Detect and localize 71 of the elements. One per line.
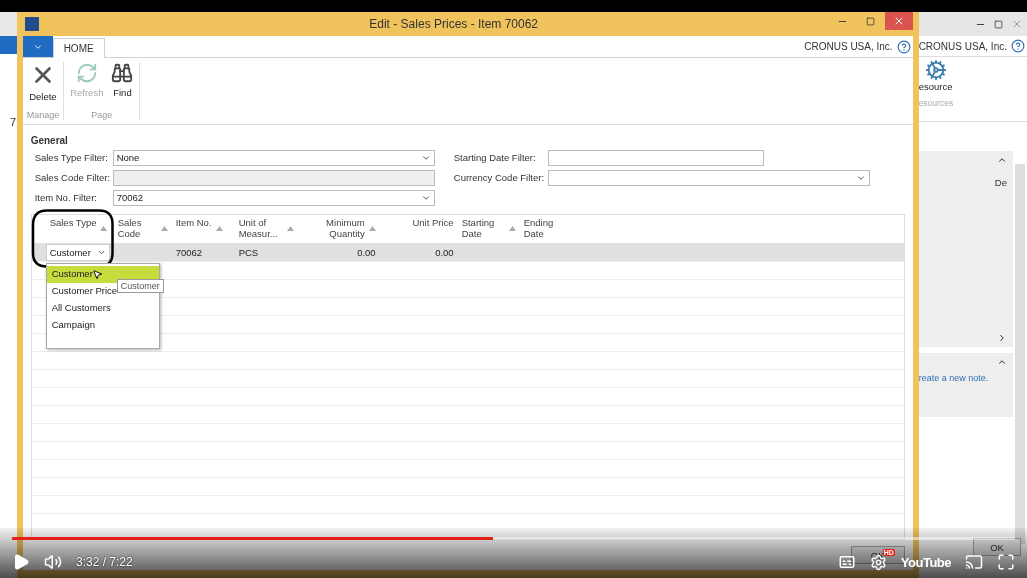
- menu-button[interactable]: [22, 36, 53, 57]
- field-label: Sales Type Filter:: [33, 152, 109, 163]
- cast-icon[interactable]: [965, 553, 983, 571]
- sort-arrow-icon: [215, 226, 223, 231]
- sort-arrow-icon: [286, 226, 294, 231]
- sort-arrow-icon: [100, 226, 108, 231]
- restore-icon[interactable]: [994, 19, 1003, 29]
- section-title: General: [30, 135, 69, 146]
- dropdown-field[interactable]: [547, 169, 870, 186]
- column-header[interactable]: Sales Code: [113, 215, 172, 243]
- column-header[interactable]: Sales Type: [31, 215, 114, 243]
- field-label: Item No. Filter:: [33, 192, 98, 203]
- ribbon-action[interactable]: esource: [918, 59, 953, 92]
- ribbon-action[interactable]: Delete: [27, 62, 59, 110]
- progress-bar[interactable]: [12, 537, 1015, 540]
- video-time: 3:32 / 7:22: [76, 555, 133, 569]
- column-header[interactable]: Unit Price: [379, 215, 458, 243]
- group-label: Manage: [26, 110, 60, 120]
- column-header[interactable]: Starting Date: [457, 215, 520, 243]
- dropdown-option[interactable]: Campaign: [46, 317, 159, 334]
- maximize-icon: [866, 16, 876, 26]
- dropdown-option[interactable]: All Customers: [46, 300, 159, 317]
- collapse-icon[interactable]: [997, 155, 1007, 165]
- sales-type-select[interactable]: Customer: [45, 243, 110, 261]
- next-icon[interactable]: [997, 333, 1007, 343]
- scrollbar[interactable]: [1015, 164, 1025, 544]
- factbox-text: De: [994, 177, 1007, 188]
- play-icon[interactable]: [12, 553, 30, 571]
- volume-icon[interactable]: [44, 553, 62, 571]
- ribbon-tab[interactable]: HOME: [52, 38, 105, 58]
- company-name: CRONUS USA, Inc.: [918, 40, 1007, 52]
- field-label: Currency Code Filter:: [452, 172, 546, 183]
- dropdown-field[interactable]: None: [112, 149, 435, 166]
- create-note-link[interactable]: reate a new note.: [918, 373, 989, 383]
- tooltip: Customer: [116, 279, 164, 293]
- table-cell: 0.00: [435, 246, 454, 258]
- title-bar: [0, 12, 17, 36]
- table-cell: 70062: [175, 246, 203, 258]
- page-number: 7: [10, 116, 17, 128]
- gear-icon: [924, 59, 947, 81]
- sort-arrow-icon: [368, 226, 376, 231]
- table-cell: 0.00: [357, 246, 376, 258]
- cursor-icon: [91, 269, 103, 280]
- field-label: Starting Date Filter:: [452, 152, 537, 163]
- sort-arrow-icon: [508, 226, 516, 231]
- refresh-icon: [75, 62, 98, 84]
- group-label: esources: [918, 98, 954, 108]
- column-header[interactable]: Unit of Measur...: [234, 215, 298, 243]
- menu-bar: [0, 36, 17, 54]
- help-icon[interactable]: [896, 39, 911, 54]
- field-label: Sales Code Filter:: [33, 172, 112, 183]
- input-field[interactable]: [547, 149, 764, 166]
- ok-button[interactable]: OK: [973, 538, 1021, 556]
- help-icon[interactable]: [1011, 39, 1025, 53]
- table-row[interactable]: Customer 70062 PCS 0.00 0.00: [31, 243, 904, 262]
- dropdown-field[interactable]: 70062: [112, 189, 435, 206]
- window-title: Edit - Sales Prices - Item 70062: [368, 17, 539, 31]
- close-button[interactable]: [884, 12, 913, 30]
- collapse-icon[interactable]: [997, 357, 1007, 367]
- table-cell: PCS: [238, 246, 259, 258]
- app-logo-icon: [24, 17, 39, 31]
- sort-arrow-icon: [160, 226, 168, 231]
- captions-icon[interactable]: [837, 553, 856, 571]
- column-header[interactable]: Ending Date: [519, 215, 900, 243]
- column-header[interactable]: Minimum Quantity: [297, 215, 380, 243]
- fullscreen-icon[interactable]: [997, 553, 1015, 571]
- column-header[interactable]: Item No.: [171, 215, 235, 243]
- binoculars-icon: [111, 62, 134, 84]
- group-label: Page: [91, 110, 113, 120]
- company-name: CRONUS USA, Inc.: [804, 41, 893, 52]
- ribbon-action[interactable]: Find: [109, 62, 136, 110]
